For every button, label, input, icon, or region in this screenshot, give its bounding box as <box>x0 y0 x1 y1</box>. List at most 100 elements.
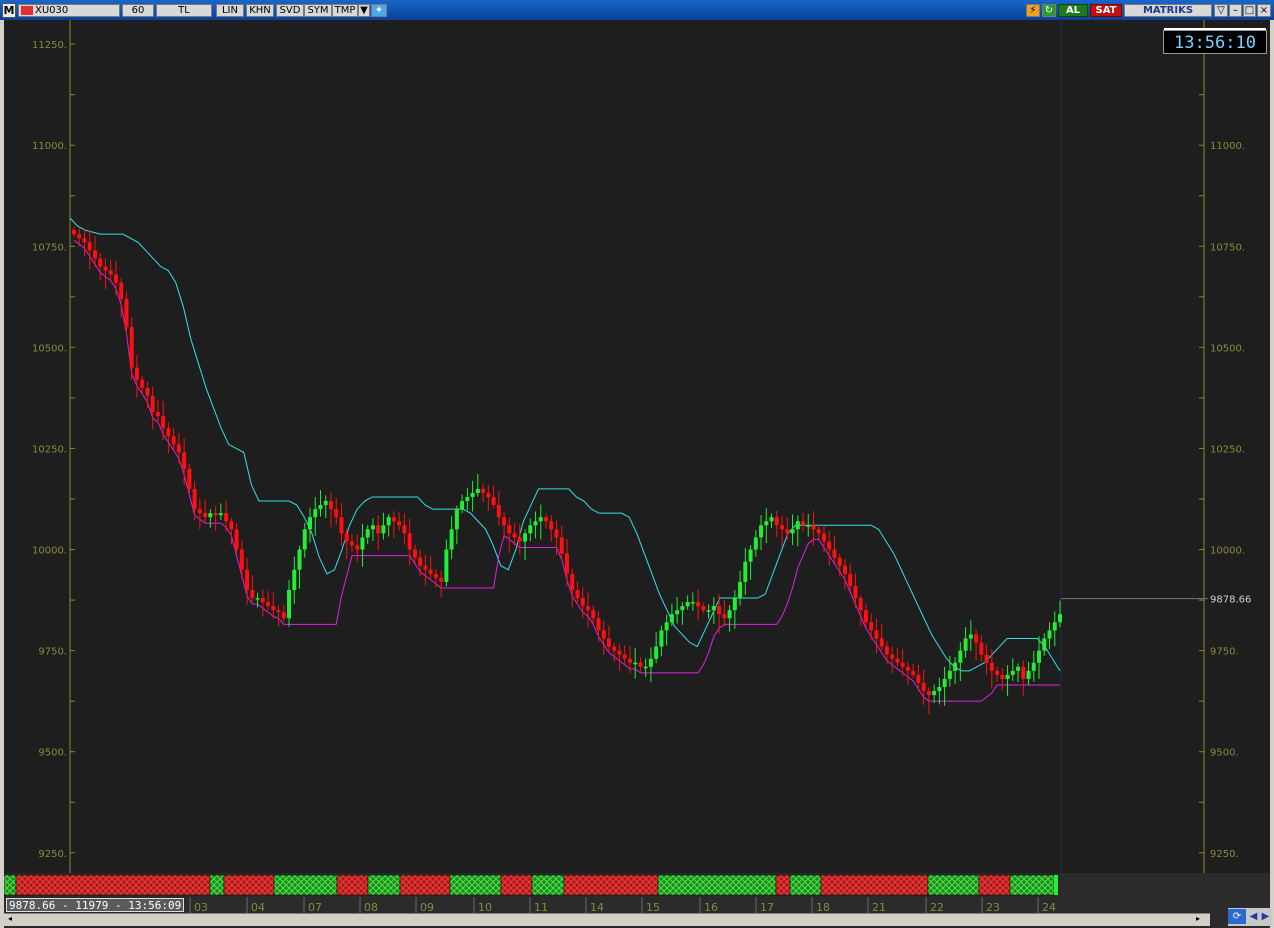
candle-up <box>806 525 811 527</box>
candle-up <box>465 496 470 502</box>
candle-up <box>1052 622 1057 631</box>
candle-up <box>764 521 769 526</box>
buy-signal-block <box>4 874 17 896</box>
candle-down <box>82 238 87 243</box>
currency-field[interactable]: TL <box>156 4 212 17</box>
sell-signal-block <box>563 874 659 896</box>
candle-down <box>339 517 344 534</box>
candle-down <box>507 525 512 534</box>
minimize-icon[interactable]: – <box>1229 4 1242 17</box>
candle-down <box>995 670 1000 675</box>
y-tick-label-left: 10000. <box>32 546 67 557</box>
khn-button[interactable]: KHN <box>246 4 274 17</box>
twitter-icon[interactable]: ✦ <box>371 4 387 17</box>
close-icon[interactable]: × <box>1257 4 1271 17</box>
candle-down <box>239 549 244 570</box>
candle-down <box>423 565 428 570</box>
x-tick-label: 11 <box>534 901 548 913</box>
candle-down <box>124 298 129 328</box>
candle-down <box>832 549 837 558</box>
candle-down <box>140 379 145 388</box>
candle-up <box>318 505 323 510</box>
candle-up <box>255 598 260 600</box>
candle-up <box>323 501 328 506</box>
candle-down <box>696 602 701 607</box>
candle-up <box>292 569 297 590</box>
candle-down <box>276 610 281 613</box>
candle-down <box>559 537 564 554</box>
candle-down <box>869 622 874 631</box>
candle-down <box>554 529 559 538</box>
y-tick-label-left: 9750. <box>38 647 67 658</box>
candle-up <box>680 606 685 611</box>
candle-down <box>627 658 632 663</box>
candle-down <box>402 525 407 534</box>
price-chart[interactable]: 9250. 9250. 9500. 9500. 9750. 9750. 10000. 1000… <box>4 20 1270 873</box>
axes: 9250. 9250. 9500. 9500. 9750. 9750. 10000. 1000… <box>32 20 1245 873</box>
y-tick-label-right: 10000. <box>1210 546 1245 557</box>
candle-up <box>743 561 748 582</box>
signal-strip[interactable]: 03 04 07 08 09 10 11 14 15 16 17 18 21 22 23 24 <box>4 873 1270 913</box>
clock-display: 13:56:10 <box>1163 30 1267 54</box>
x-tick-label: 10 <box>478 901 492 913</box>
candle-up <box>460 501 465 510</box>
candle-down <box>879 638 884 647</box>
symbol-field[interactable]: XU030 <box>18 4 120 17</box>
candle-down <box>344 533 349 542</box>
dropdown-arrow-icon[interactable]: ▼ <box>358 4 370 17</box>
horizontal-scrollbar[interactable] <box>4 913 1210 926</box>
candle-down <box>328 501 333 510</box>
candle-down <box>481 488 486 493</box>
candle-down <box>250 589 255 599</box>
buy-signal-block <box>927 874 980 896</box>
nav-left-icon[interactable]: ◀ <box>1248 909 1259 924</box>
sync-icon[interactable]: ⟳ <box>1228 909 1246 924</box>
y-tick-label-left: 10250. <box>32 444 67 455</box>
sell-signal-block <box>820 874 929 896</box>
menu-button[interactable]: M <box>2 3 16 18</box>
candle-up <box>942 678 947 688</box>
sell-button[interactable]: SAT <box>1090 4 1122 17</box>
candle-up <box>958 650 963 663</box>
y-tick-label-right: 11000. <box>1210 141 1245 152</box>
candle-down <box>565 553 569 574</box>
buy-button[interactable]: AL <box>1058 4 1088 17</box>
maximize-icon[interactable]: □ <box>1243 4 1256 17</box>
candle-down <box>544 517 549 522</box>
candle-down <box>119 282 124 299</box>
refresh-icon[interactable]: ↻ <box>1042 4 1056 17</box>
scroll-right-icon[interactable]: ▸ <box>1192 913 1204 925</box>
candle-down <box>580 598 585 607</box>
y-tick-label-left: 9250. <box>38 849 67 860</box>
buy-signal-block <box>367 874 401 896</box>
candle-down <box>108 270 113 275</box>
candle-up <box>659 630 664 647</box>
y-tick-label-left: 9500. <box>38 748 67 759</box>
candle-up <box>1031 662 1036 671</box>
candle-down <box>512 533 517 538</box>
candles <box>72 226 1062 715</box>
period-field[interactable]: 60 <box>122 4 154 17</box>
sell-signal-block <box>978 874 1011 896</box>
candle-up <box>208 513 213 518</box>
tmp-button[interactable]: TMP <box>332 4 358 17</box>
x-tick-label: 15 <box>646 901 660 913</box>
candle-down <box>155 412 160 417</box>
scroll-left-icon[interactable]: ◂ <box>4 913 16 925</box>
candle-up <box>790 529 795 534</box>
lightning-icon[interactable]: ⚡ <box>1026 4 1040 17</box>
candle-down <box>224 513 229 522</box>
candle-down <box>989 662 994 671</box>
buy-signal-block <box>657 874 777 896</box>
lin-button[interactable]: LIN <box>216 4 244 17</box>
svd-button[interactable]: SVD <box>276 4 304 17</box>
candle-down <box>439 577 444 582</box>
collapse-icon[interactable]: ▽ <box>1214 4 1228 17</box>
sym-button[interactable]: SYM <box>304 4 332 17</box>
candle-down <box>113 274 118 283</box>
candle-up <box>968 634 973 639</box>
x-tick-label: 04 <box>251 901 265 913</box>
nav-right-icon[interactable]: ▶ <box>1260 909 1271 924</box>
candle-down <box>612 646 617 651</box>
candle-up <box>313 509 318 518</box>
